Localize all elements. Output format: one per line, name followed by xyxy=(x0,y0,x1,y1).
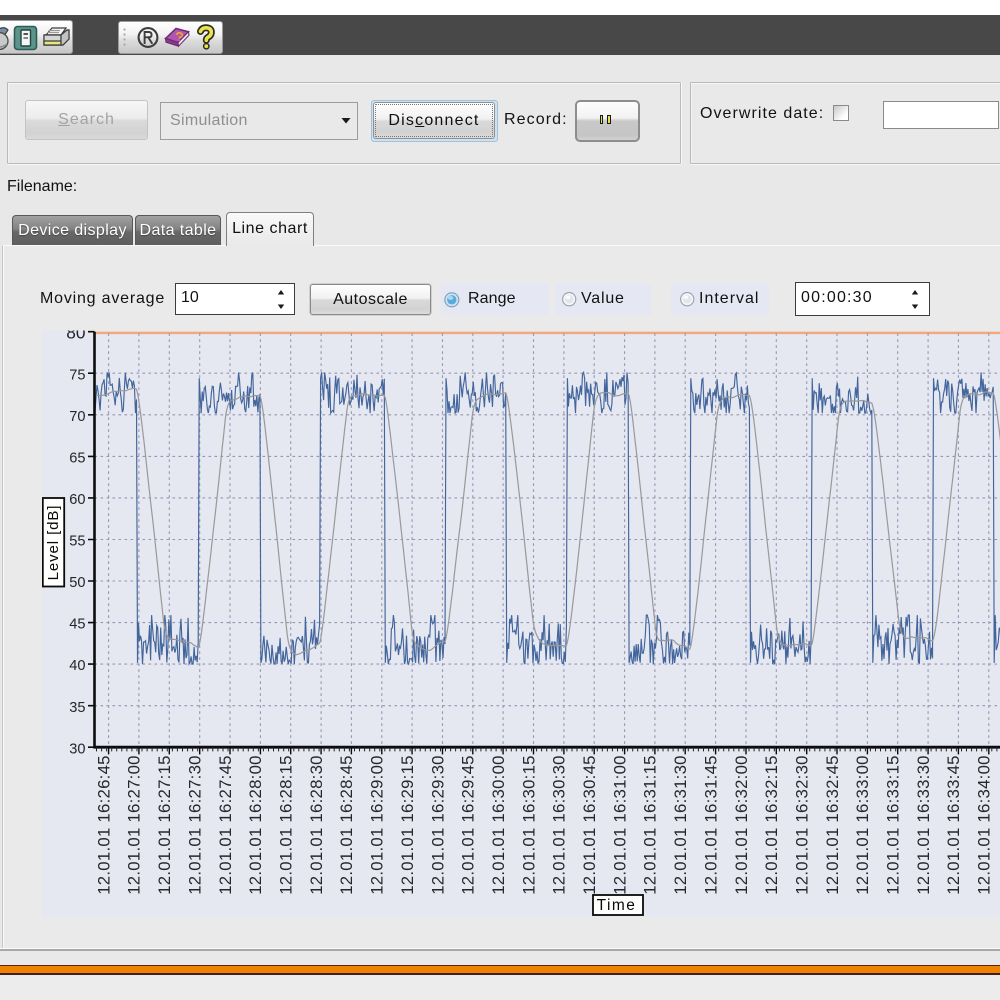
svg-text:40: 40 xyxy=(69,658,85,674)
svg-text:12.01.01 16:30:30: 12.01.01 16:30:30 xyxy=(550,755,569,895)
svg-text:45: 45 xyxy=(69,617,85,633)
svg-text:35: 35 xyxy=(69,700,85,716)
svg-text:12.01.01 16:31:15: 12.01.01 16:31:15 xyxy=(641,755,660,895)
svg-text:70: 70 xyxy=(69,409,85,425)
svg-text:12.01.01 16:28:45: 12.01.01 16:28:45 xyxy=(337,755,356,895)
svg-text:60: 60 xyxy=(69,492,85,508)
svg-text:12.01.01 16:33:00: 12.01.01 16:33:00 xyxy=(853,755,872,895)
svg-text:75: 75 xyxy=(69,367,85,383)
svg-text:12.01.01 16:31:00: 12.01.01 16:31:00 xyxy=(610,755,629,895)
svg-text:12.01.01 16:29:45: 12.01.01 16:29:45 xyxy=(459,755,478,895)
svg-text:12.01.01 16:31:30: 12.01.01 16:31:30 xyxy=(671,755,690,895)
svg-text:12.01.01 16:32:15: 12.01.01 16:32:15 xyxy=(762,755,781,895)
svg-text:12.01.01 16:32:45: 12.01.01 16:32:45 xyxy=(823,755,842,895)
svg-text:12.01.01 16:30:00: 12.01.01 16:30:00 xyxy=(489,755,508,895)
svg-text:12.01.01 16:34:00: 12.01.01 16:34:00 xyxy=(975,755,994,895)
svg-text:12.01.01 16:31:45: 12.01.01 16:31:45 xyxy=(701,755,720,895)
svg-text:12.01.01 16:33:15: 12.01.01 16:33:15 xyxy=(884,755,903,895)
svg-text:50: 50 xyxy=(69,575,85,591)
svg-text:12.01.01 16:29:15: 12.01.01 16:29:15 xyxy=(398,755,417,895)
svg-text:12.01.01 16:32:00: 12.01.01 16:32:00 xyxy=(732,755,751,895)
svg-text:12.01.01 16:32:30: 12.01.01 16:32:30 xyxy=(793,755,812,895)
svg-text:12.01.01 16:33:30: 12.01.01 16:33:30 xyxy=(914,755,933,895)
svg-text:12.01.01 16:28:15: 12.01.01 16:28:15 xyxy=(277,755,296,895)
svg-text:12.01.01 16:33:45: 12.01.01 16:33:45 xyxy=(944,755,963,895)
svg-text:12.01.01 16:27:45: 12.01.01 16:27:45 xyxy=(216,755,235,895)
svg-text:12.01.01 16:28:30: 12.01.01 16:28:30 xyxy=(307,755,326,895)
svg-text:12.01.01 16:28:00: 12.01.01 16:28:00 xyxy=(246,755,265,895)
svg-text:Level [dB]: Level [dB] xyxy=(45,505,62,581)
svg-text:12.01.01 16:30:45: 12.01.01 16:30:45 xyxy=(580,755,599,895)
svg-text:12.01.01 16:29:30: 12.01.01 16:29:30 xyxy=(428,755,447,895)
svg-text:12.01.01 16:30:15: 12.01.01 16:30:15 xyxy=(519,755,538,895)
svg-text:Time: Time xyxy=(597,897,637,914)
svg-text:55: 55 xyxy=(69,534,85,550)
svg-text:65: 65 xyxy=(69,451,85,467)
svg-text:12.01.01 16:27:00: 12.01.01 16:27:00 xyxy=(125,755,144,895)
svg-text:12.01.01 16:27:30: 12.01.01 16:27:30 xyxy=(186,755,205,895)
svg-text:12.01.01 16:27:15: 12.01.01 16:27:15 xyxy=(155,755,174,895)
svg-text:12.01.01 16:26:45: 12.01.01 16:26:45 xyxy=(94,755,113,895)
svg-text:12.01.01 16:29:00: 12.01.01 16:29:00 xyxy=(368,755,387,895)
svg-text:30: 30 xyxy=(69,741,85,757)
